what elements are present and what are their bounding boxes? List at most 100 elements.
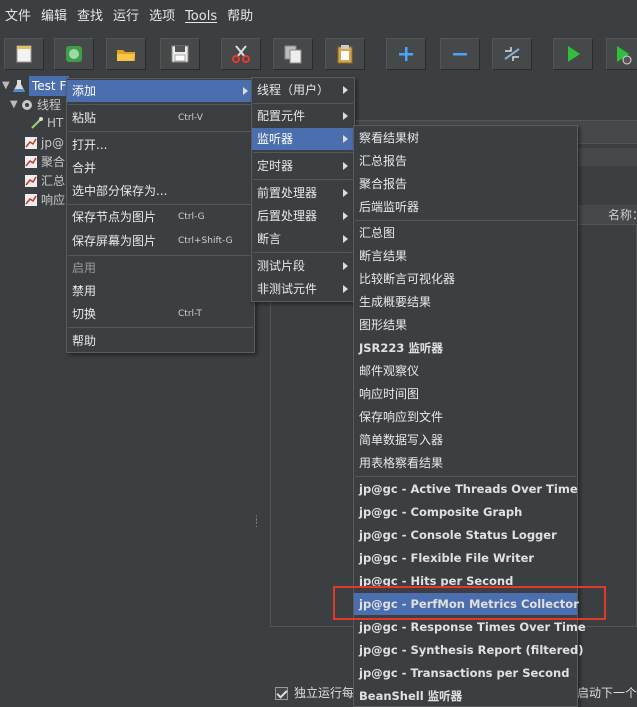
flask-icon — [13, 80, 25, 92]
copy-button[interactable] — [273, 38, 313, 70]
tree-node-aggregate[interactable]: 聚合 — [24, 152, 65, 172]
menu-item-toggle[interactable]: 切换 Ctrl-T — [67, 303, 254, 325]
listener-menu-item[interactable]: 保存响应到文件 — [354, 406, 577, 428]
menu-item-label: 测试片段 — [257, 259, 306, 273]
listener-menu-item[interactable]: jp@gc - Synthesis Report (filtered) — [354, 639, 584, 661]
listener-menu-item[interactable]: 图形结果 — [354, 314, 577, 336]
listener-menu-item[interactable]: jp@gc - Composite Graph — [354, 501, 577, 523]
start-no-pauses-button[interactable] — [606, 38, 637, 70]
menu-item-save-screen-image[interactable]: 保存屏幕为图片 Ctrl+Shift-G — [67, 230, 254, 252]
submenu-arrow-icon — [343, 285, 348, 293]
menu-item-enable[interactable]: 启用 — [67, 257, 254, 279]
tree-node-http[interactable]: HT — [30, 113, 63, 133]
listener-menu-item[interactable]: 简单数据写入器 — [354, 429, 577, 451]
toggle-button[interactable] — [492, 38, 532, 70]
new-icon — [16, 45, 32, 63]
menu-item-label: 添加 — [72, 84, 97, 98]
listener-menu-item[interactable]: 聚合报告 — [354, 173, 577, 195]
listener-menu-item[interactable]: 响应时间图 — [354, 383, 577, 405]
listener-menu-item[interactable]: jp@gc - Transactions per Second — [354, 662, 577, 684]
menu-item-help[interactable]: 帮助 — [67, 330, 254, 352]
menu-item-add[interactable]: 添加 — [67, 80, 254, 102]
save-button[interactable] — [160, 38, 200, 70]
menu-separator — [355, 476, 576, 477]
menu-item-merge[interactable]: 合并 — [67, 157, 254, 179]
collapse-arrow-icon: ▼ — [10, 99, 18, 110]
tree-node-response[interactable]: 响应 — [24, 190, 65, 210]
menu-file[interactable]: 文件 — [0, 0, 36, 34]
menu-item-non-test[interactable]: 非测试元件 — [252, 278, 354, 300]
templates-button[interactable] — [54, 38, 94, 70]
menu-item-label: jp@gc - PerfMon Metrics Collector — [359, 597, 579, 611]
menu-item-open[interactable]: 打开... — [67, 134, 254, 156]
menu-item-threads[interactable]: 线程（用户） — [252, 79, 354, 101]
menu-options[interactable]: 选项 — [144, 0, 180, 34]
menu-item-label: jp@gc - Synthesis Report (filtered) — [359, 643, 584, 657]
menu-edit[interactable]: 编辑 — [36, 0, 72, 34]
menu-item-label: 前置处理器 — [257, 186, 318, 200]
listener-menu-item[interactable]: jp@gc - PerfMon Metrics Collector — [354, 593, 579, 615]
add-submenu: 线程（用户） 配置元件 监听器 定时器 前置处理器 后置处理器 断言 测试片段 … — [251, 77, 355, 302]
listener-menu-item[interactable]: JSR223 监听器 — [354, 337, 577, 359]
submenu-arrow-icon — [343, 86, 348, 94]
listener-menu-item[interactable]: 生成概要结果 — [354, 291, 577, 313]
collapse-all-button[interactable] — [440, 38, 480, 70]
menu-item-test-fragment[interactable]: 测试片段 — [252, 255, 354, 277]
menu-item-config[interactable]: 配置元件 — [252, 105, 354, 127]
submenu-arrow-icon — [343, 212, 348, 220]
tree-node-label: Test F — [29, 76, 70, 96]
context-menu: 添加 粘贴 Ctrl-V 打开... 合并 选中部分保存为... 保存节点为图片… — [66, 78, 255, 353]
listener-menu-item[interactable]: 断言结果 — [354, 245, 577, 267]
listener-menu-item[interactable]: 用表格察看结果 — [354, 452, 577, 474]
expand-all-button[interactable] — [386, 38, 426, 70]
listener-menu-item[interactable]: jp@gc - Flexible File Writer — [354, 547, 577, 569]
open-button[interactable] — [106, 38, 146, 70]
tree-node-test-plan[interactable]: ▼ Test F — [2, 76, 70, 96]
menu-run[interactable]: 运行 — [108, 0, 144, 34]
menu-item-post-processor[interactable]: 后置处理器 — [252, 205, 354, 227]
menu-item-listener[interactable]: 监听器 — [252, 128, 354, 150]
menu-separator — [253, 252, 353, 253]
new-button[interactable] — [4, 38, 44, 70]
menu-item-paste[interactable]: 粘贴 Ctrl-V — [67, 107, 254, 129]
menu-item-disable[interactable]: 禁用 — [67, 280, 254, 302]
menu-item-save-node-image[interactable]: 保存节点为图片 Ctrl-G — [67, 206, 254, 228]
listener-menu-item[interactable]: jp@gc - Response Times Over Time — [354, 616, 586, 638]
independent-run-option[interactable]: 独立运行每 — [275, 683, 354, 703]
listener-menu-item[interactable]: 后端监听器 — [354, 196, 577, 218]
menu-search[interactable]: 查找 — [72, 0, 108, 34]
listener-menu-item[interactable]: BeanShell 监听器 — [354, 685, 577, 707]
listener-menu-item[interactable]: 邮件观察仪 — [354, 360, 577, 382]
menu-item-pre-processor[interactable]: 前置处理器 — [252, 182, 354, 204]
tree-node-thread-group[interactable]: ▼ 线程 — [10, 95, 61, 115]
listener-menu-item[interactable]: 比较断言可视化器 — [354, 268, 577, 290]
menu-separator — [253, 152, 353, 153]
menu-item-label: 打开... — [72, 138, 108, 152]
checkbox-label: 独立运行每 — [294, 686, 355, 700]
menu-separator — [68, 327, 253, 328]
chart-icon — [25, 175, 37, 187]
paste-button[interactable] — [325, 38, 365, 70]
listener-menu-item[interactable]: jp@gc - Active Threads Over Time — [354, 478, 578, 500]
menu-item-label: 启用 — [72, 261, 97, 275]
tree-node-label: 聚合 — [41, 155, 66, 169]
listener-menu-item[interactable]: jp@gc - Hits per Second — [354, 570, 577, 592]
menu-item-timer[interactable]: 定时器 — [252, 155, 354, 177]
cut-button[interactable] — [221, 38, 261, 70]
menu-item-label: 汇总图 — [359, 226, 396, 240]
menu-item-save-selection[interactable]: 选中部分保存为... — [67, 180, 254, 202]
copy-icon — [284, 45, 302, 64]
listener-menu-item[interactable]: jp@gc - Console Status Logger — [354, 524, 577, 546]
listener-menu-item[interactable]: 汇总图 — [354, 222, 577, 244]
menu-item-assertion[interactable]: 断言 — [252, 228, 354, 250]
listener-menu-item[interactable]: 汇总报告 — [354, 150, 577, 172]
start-button[interactable] — [553, 38, 593, 70]
tree-node-jp[interactable]: jp@ — [24, 133, 64, 153]
listener-menu-item[interactable]: 察看结果树 — [354, 127, 577, 149]
checked-checkbox[interactable] — [275, 686, 288, 700]
menu-item-label: 简单数据写入器 — [359, 433, 444, 447]
menu-item-label: jp@gc - Active Threads Over Time — [359, 482, 578, 496]
tree-node-summary[interactable]: 汇总 — [24, 171, 65, 191]
menu-help[interactable]: 帮助 — [222, 0, 258, 34]
menu-tools[interactable]: Tools — [180, 0, 222, 34]
